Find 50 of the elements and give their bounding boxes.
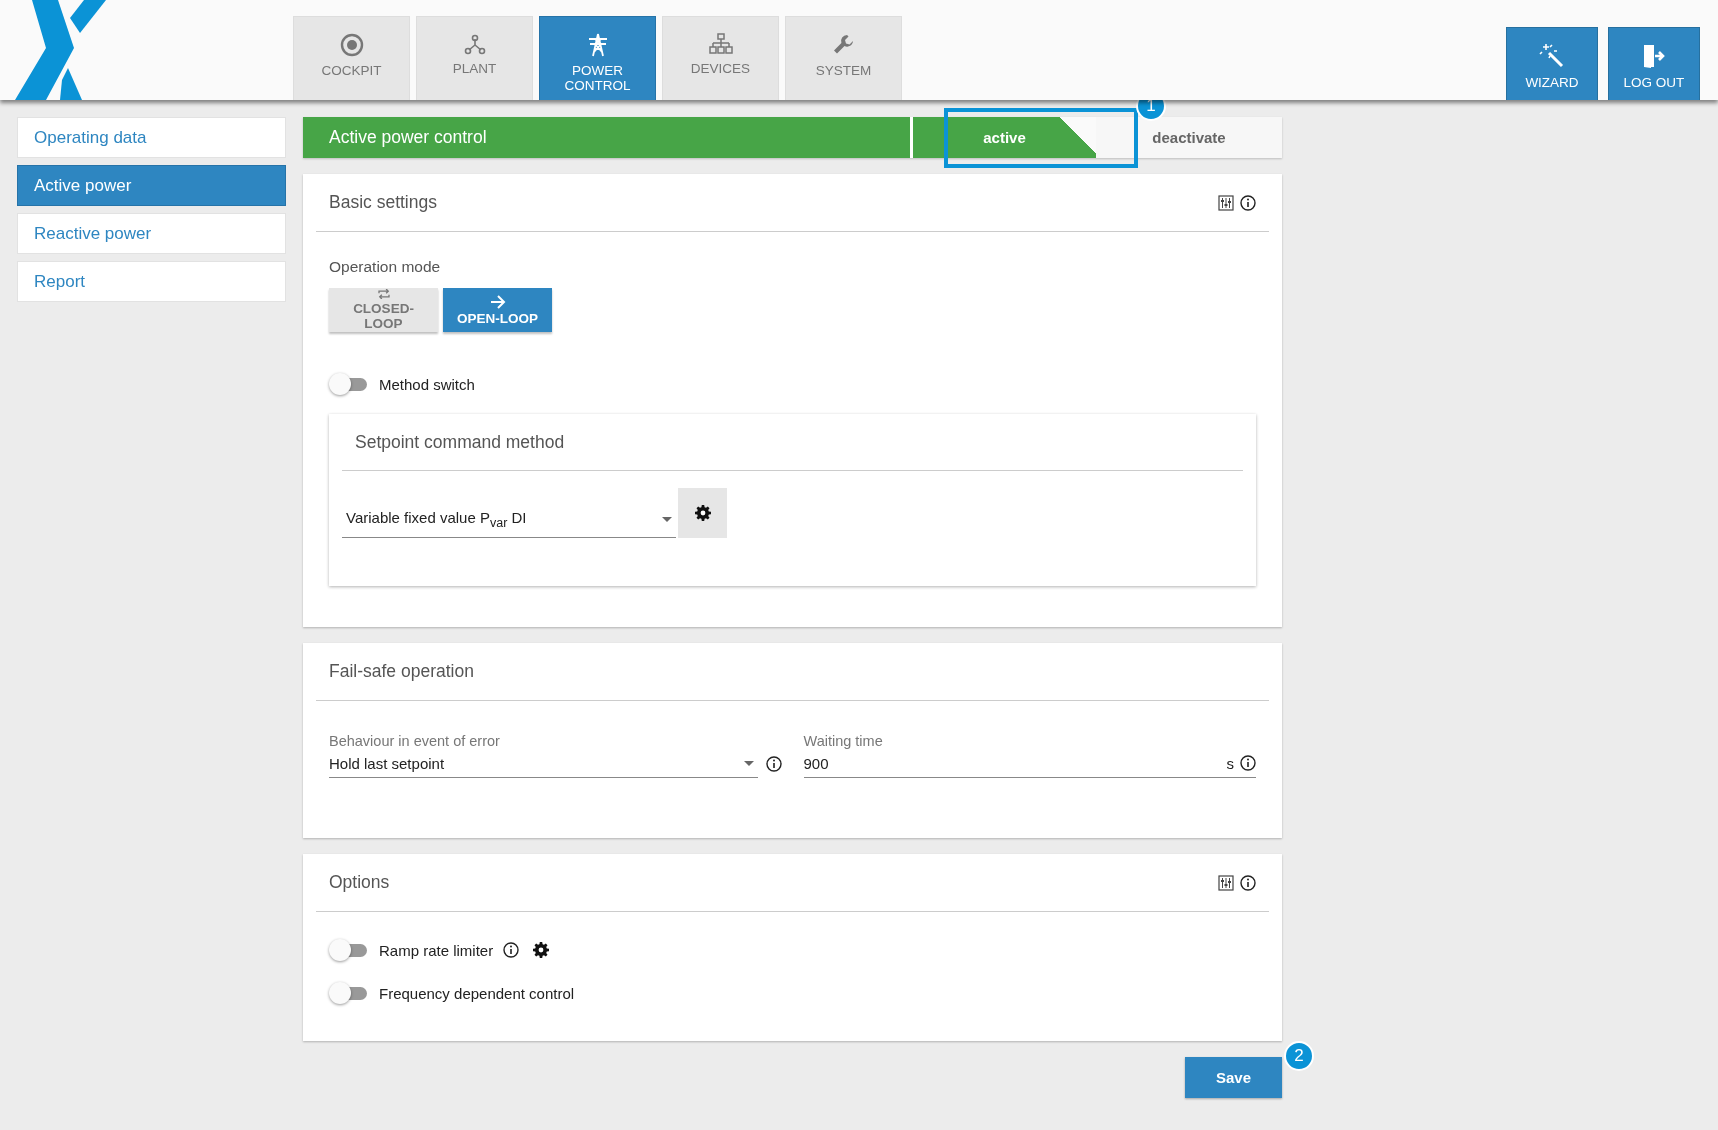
sidebar-item[interactable]: Operating data xyxy=(17,117,286,158)
toggle-switch[interactable] xyxy=(329,982,369,1004)
arrow-right-icon xyxy=(489,294,506,309)
info-icon[interactable] xyxy=(1240,194,1256,211)
save-button[interactable]: Save xyxy=(1185,1057,1282,1098)
card-title: Options xyxy=(329,872,391,893)
sidebar-item[interactable]: Active power xyxy=(17,165,286,206)
dropdown[interactable]: Hold last setpoint xyxy=(329,749,758,778)
section-title-bar: Active power control xyxy=(303,117,910,158)
card-title: Fail-safe operation xyxy=(329,661,475,682)
nav-tab[interactable]: SYSTEM xyxy=(785,16,902,100)
wizard-button[interactable]: WIZARD xyxy=(1506,27,1598,100)
field-label: Operation mode xyxy=(329,258,442,276)
toggle-label: Ramp rate limiter xyxy=(379,941,494,959)
info-icon[interactable] xyxy=(1240,755,1256,771)
info-icon[interactable] xyxy=(1240,874,1256,891)
exit-door-icon xyxy=(1641,43,1667,69)
subsection-title: Setpoint command method xyxy=(355,431,566,453)
gear-icon xyxy=(694,505,711,521)
info-icon[interactable] xyxy=(765,755,782,772)
toggle-switch[interactable] xyxy=(329,373,369,395)
toggle-label: Frequency dependent control xyxy=(379,984,575,1002)
nav-tab[interactable]: COCKPIT xyxy=(293,16,410,100)
settings-button[interactable] xyxy=(678,488,727,538)
mode-button[interactable]: OPEN-LOOP xyxy=(443,288,552,332)
network-icon xyxy=(463,33,486,55)
input-field[interactable]: 900 s xyxy=(803,749,1256,778)
gear-icon xyxy=(533,942,550,958)
toggle-switch[interactable] xyxy=(329,939,369,961)
nav-tab[interactable]: POWER CONTROL xyxy=(539,16,656,100)
sidebar-item[interactable]: Reactive power xyxy=(17,213,286,254)
logout-button[interactable]: LOG OUT xyxy=(1608,27,1700,100)
status-tab[interactable]: active xyxy=(910,117,1096,158)
field-label: Waiting time xyxy=(803,733,884,749)
nav-tab[interactable]: DEVICES xyxy=(662,16,779,100)
sliders-icon[interactable] xyxy=(1218,194,1234,211)
callout-badge: 2 xyxy=(1284,1041,1314,1071)
hierarchy-icon xyxy=(708,33,733,55)
info-icon[interactable] xyxy=(503,942,520,958)
mode-button[interactable]: CLOSED-LOOP xyxy=(329,288,438,332)
target-icon xyxy=(339,33,364,57)
field-label: Behaviour in event of error xyxy=(329,733,501,749)
dropdown[interactable]: Variable fixed value P$_{var}$ DI xyxy=(342,502,676,538)
sliders-icon[interactable] xyxy=(1218,874,1234,891)
card-title: Basic settings xyxy=(329,192,438,213)
sidebar-item[interactable]: Report xyxy=(17,261,286,302)
toggle-label: Method switch xyxy=(379,375,475,393)
status-tab[interactable]: deactivate xyxy=(1096,117,1282,158)
nav-tab[interactable]: PLANT xyxy=(416,16,533,100)
magic-wand-icon xyxy=(1539,43,1565,69)
